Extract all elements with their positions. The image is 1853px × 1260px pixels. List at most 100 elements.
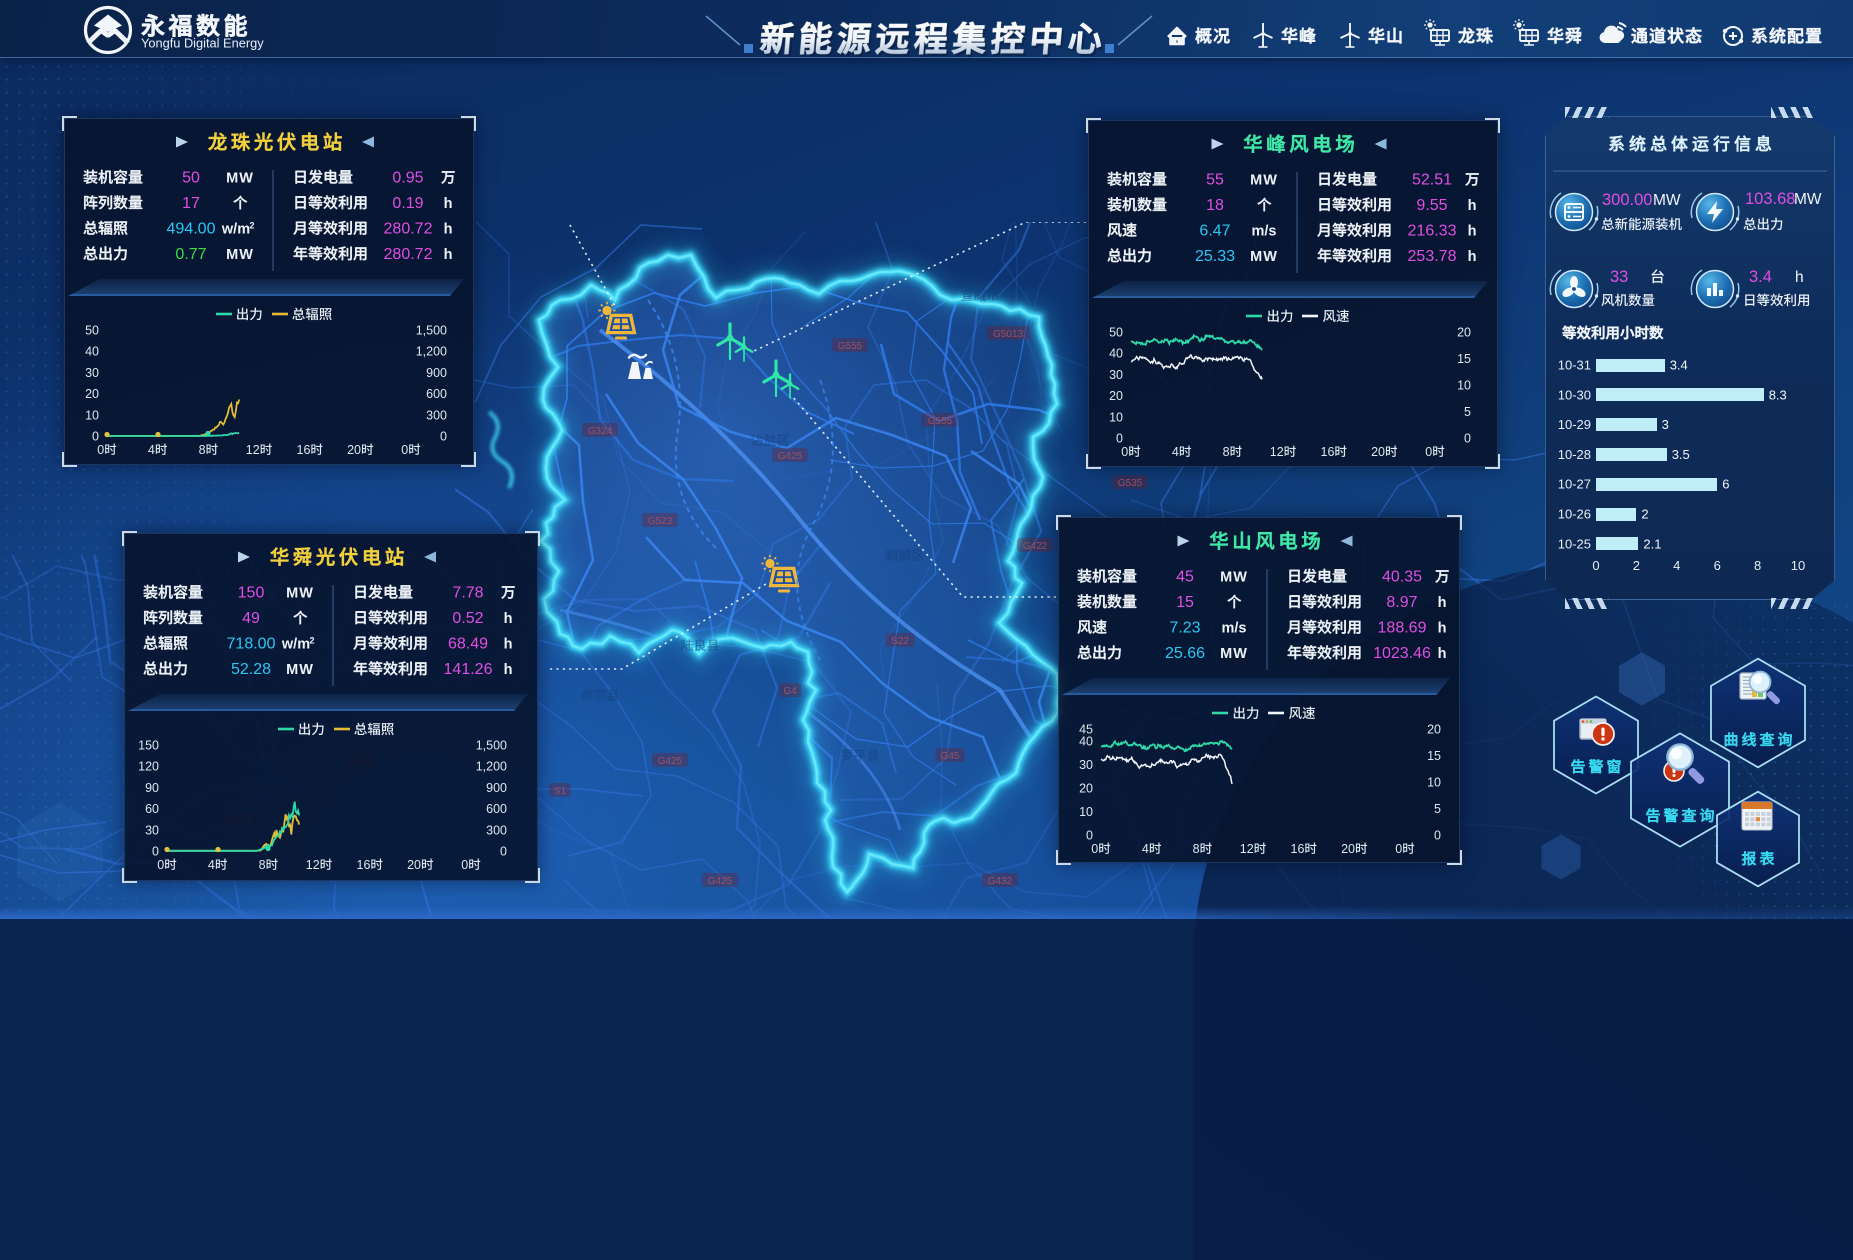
- svg-text:0: 0: [97, 443, 104, 457]
- svg-text:30: 30: [1079, 758, 1093, 772]
- svg-text:49: 49: [242, 610, 260, 627]
- svg-text:10: 10: [85, 408, 99, 422]
- svg-text:12: 12: [1240, 842, 1254, 856]
- svg-text:10-29: 10-29: [1558, 417, 1591, 432]
- svg-text:10-26: 10-26: [1558, 507, 1591, 522]
- svg-text:0: 0: [1121, 445, 1128, 459]
- svg-text:10: 10: [1457, 379, 1471, 393]
- svg-text:h: h: [1468, 249, 1477, 265]
- svg-text:3: 3: [1662, 417, 1669, 432]
- svg-text:2: 2: [1641, 507, 1648, 522]
- svg-text:15: 15: [1457, 352, 1471, 366]
- svg-text:MW: MW: [226, 247, 254, 263]
- svg-text:8: 8: [1754, 558, 1761, 573]
- svg-text:0: 0: [440, 430, 447, 444]
- svg-text:20: 20: [1109, 389, 1123, 403]
- svg-text:188.69: 188.69: [1378, 620, 1427, 637]
- svg-text:50: 50: [182, 170, 200, 187]
- svg-text:40: 40: [85, 345, 99, 359]
- svg-text:0.77: 0.77: [175, 246, 206, 263]
- svg-text:900: 900: [426, 366, 447, 380]
- svg-text:216.33: 216.33: [1408, 223, 1457, 240]
- svg-text:4: 4: [1142, 842, 1149, 856]
- svg-text:4: 4: [208, 858, 215, 872]
- svg-text:16: 16: [297, 443, 311, 457]
- svg-text:6: 6: [1722, 477, 1729, 492]
- svg-text:68.49: 68.49: [448, 636, 488, 653]
- svg-text:MW: MW: [1794, 191, 1822, 208]
- svg-text:0.52: 0.52: [452, 610, 483, 627]
- svg-text:6: 6: [1714, 558, 1721, 573]
- svg-text:MW: MW: [1250, 173, 1278, 189]
- svg-text:600: 600: [486, 802, 507, 816]
- svg-text:10-28: 10-28: [1558, 447, 1591, 462]
- svg-text:0: 0: [1086, 829, 1093, 843]
- svg-text:16: 16: [357, 858, 371, 872]
- svg-text:55: 55: [1206, 172, 1224, 189]
- svg-text:2: 2: [309, 636, 314, 646]
- svg-text:MW: MW: [226, 171, 254, 187]
- svg-text:2: 2: [249, 221, 254, 231]
- svg-text:10-31: 10-31: [1558, 358, 1591, 373]
- svg-text:20: 20: [1427, 723, 1441, 737]
- svg-text:6.47: 6.47: [1199, 223, 1230, 240]
- svg-text:20: 20: [1079, 781, 1093, 795]
- svg-text:1,500: 1,500: [416, 324, 447, 338]
- svg-text:1,500: 1,500: [476, 739, 507, 753]
- svg-text:0.19: 0.19: [392, 195, 423, 212]
- svg-text:17: 17: [182, 195, 200, 212]
- svg-text:10-25: 10-25: [1558, 536, 1591, 551]
- svg-text:20: 20: [1341, 842, 1355, 856]
- svg-text:280.72: 280.72: [384, 246, 433, 263]
- svg-text:141.26: 141.26: [444, 661, 493, 678]
- svg-text:50: 50: [85, 324, 99, 338]
- svg-text:w/m: w/m: [281, 637, 310, 653]
- svg-text:3.5: 3.5: [1672, 447, 1690, 462]
- svg-text:9.55: 9.55: [1416, 197, 1447, 214]
- svg-text:0: 0: [401, 443, 408, 457]
- svg-text:10: 10: [1427, 776, 1441, 790]
- svg-text:0: 0: [1425, 445, 1432, 459]
- svg-text:12: 12: [246, 443, 260, 457]
- svg-text:8.97: 8.97: [1386, 594, 1417, 611]
- svg-text:m/s: m/s: [1252, 224, 1277, 240]
- svg-text:4: 4: [1673, 558, 1680, 573]
- svg-text:50: 50: [1109, 326, 1123, 340]
- svg-text:1023.46: 1023.46: [1373, 645, 1431, 662]
- svg-text:h: h: [1468, 198, 1477, 214]
- svg-text:300: 300: [426, 408, 447, 422]
- svg-text:h: h: [1438, 646, 1447, 662]
- svg-text:3.4: 3.4: [1749, 268, 1772, 286]
- svg-text:15: 15: [1176, 594, 1194, 611]
- svg-text:120: 120: [138, 760, 159, 774]
- svg-text:45: 45: [1176, 569, 1194, 586]
- svg-text:150: 150: [238, 585, 265, 602]
- svg-text:0: 0: [1592, 558, 1599, 573]
- svg-text:h: h: [1438, 621, 1447, 637]
- svg-text:0: 0: [92, 430, 99, 444]
- svg-text:40: 40: [1109, 347, 1123, 361]
- svg-text:30: 30: [85, 366, 99, 380]
- svg-text:16: 16: [1321, 445, 1335, 459]
- svg-text:900: 900: [486, 781, 507, 795]
- svg-text:0: 0: [461, 858, 468, 872]
- svg-text:60: 60: [145, 802, 159, 816]
- svg-text:10: 10: [1791, 558, 1805, 573]
- svg-text:0: 0: [157, 858, 164, 872]
- svg-text:15: 15: [1427, 749, 1441, 763]
- svg-text:20: 20: [347, 443, 361, 457]
- svg-text:20: 20: [407, 858, 421, 872]
- svg-text:718.00: 718.00: [227, 636, 276, 653]
- svg-text:0: 0: [1395, 842, 1402, 856]
- svg-text:h: h: [444, 196, 453, 212]
- svg-text:h: h: [444, 222, 453, 238]
- svg-text:52.51: 52.51: [1412, 172, 1452, 189]
- svg-text:25.33: 25.33: [1195, 248, 1235, 265]
- svg-text:18: 18: [1206, 197, 1224, 214]
- svg-text:0: 0: [1091, 842, 1098, 856]
- svg-text:MW: MW: [286, 586, 314, 602]
- svg-text:20: 20: [85, 387, 99, 401]
- svg-text:0.95: 0.95: [392, 170, 423, 187]
- svg-text:h: h: [504, 611, 513, 627]
- svg-text:7.78: 7.78: [452, 585, 483, 602]
